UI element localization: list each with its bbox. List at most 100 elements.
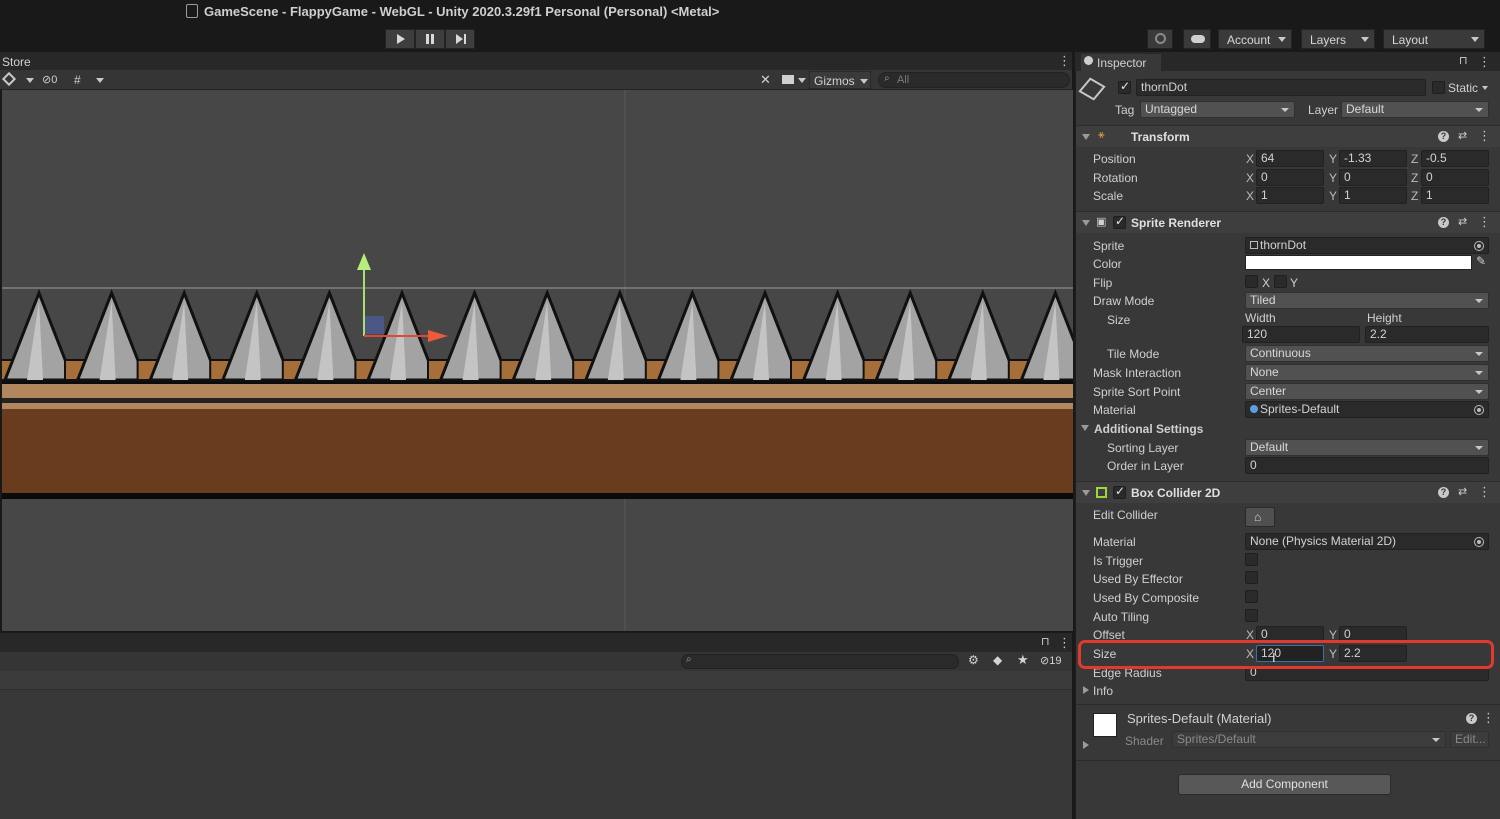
tab-inspector[interactable]: Inspector xyxy=(1081,54,1161,71)
project-browser[interactable] xyxy=(0,671,1072,819)
additional-settings-label[interactable]: Additional Settings xyxy=(1094,422,1203,436)
color-swatch[interactable] xyxy=(1245,255,1472,270)
flip-x-checkbox[interactable] xyxy=(1245,275,1258,288)
material-value: Sprites-Default xyxy=(1260,402,1340,416)
object-picker-icon[interactable] xyxy=(1474,405,1484,415)
sorting-layer-value: Default xyxy=(1250,440,1289,454)
order-in-layer-field[interactable]: 0 xyxy=(1245,457,1489,474)
flip-y-checkbox[interactable] xyxy=(1274,275,1287,288)
static-checkbox[interactable] xyxy=(1432,81,1445,94)
panel-menu-icon[interactable] xyxy=(1058,53,1071,69)
material-label: Material xyxy=(1093,403,1136,417)
eyedropper-icon[interactable]: ✎ xyxy=(1476,254,1486,268)
layer-dropdown[interactable]: Default xyxy=(1341,101,1489,118)
foldout-collapsed-icon[interactable] xyxy=(1083,686,1089,694)
rotation-x-field[interactable]: 0 xyxy=(1256,169,1324,186)
box-collider-enabled-checkbox[interactable] xyxy=(1113,484,1126,499)
help-icon[interactable]: ? xyxy=(1466,713,1477,724)
presets-icon[interactable]: ⇄ xyxy=(1458,485,1467,498)
is-trigger-checkbox[interactable] xyxy=(1245,553,1258,566)
presets-icon[interactable]: ⇄ xyxy=(1458,215,1467,228)
lock-icon[interactable]: ⊓ xyxy=(1041,635,1050,648)
auto-tiling-checkbox[interactable] xyxy=(1245,609,1258,622)
sprite-renderer-enabled-checkbox[interactable] xyxy=(1113,214,1126,229)
pause-button[interactable] xyxy=(415,29,445,49)
account-dropdown[interactable]: Account xyxy=(1218,29,1292,49)
project-search-input[interactable]: ⌕ xyxy=(681,654,959,669)
edit-collider-button[interactable]: ⌂ xyxy=(1245,507,1275,527)
flip-y-label: Y xyxy=(1290,276,1299,290)
lock-icon[interactable]: ⊓ xyxy=(1459,54,1468,67)
tile-mode-dropdown[interactable]: Continuous xyxy=(1245,345,1489,362)
component-menu-icon[interactable] xyxy=(1478,128,1491,144)
star-icon[interactable]: ★ xyxy=(1017,652,1029,668)
mask-interaction-dropdown[interactable]: None xyxy=(1245,364,1489,381)
transform-header[interactable]: ⚹ Transform ? ⇄ xyxy=(1076,125,1500,147)
help-icon[interactable]: ? xyxy=(1438,131,1449,142)
chevron-down-icon[interactable] xyxy=(1482,86,1488,90)
foldout-collapsed-icon[interactable] xyxy=(1083,741,1089,749)
sprite-renderer-header[interactable]: ▣ Sprite Renderer ? ⇄ xyxy=(1076,211,1500,233)
hidden-packages-toggle[interactable]: ⊘19 xyxy=(1040,654,1061,667)
object-picker-icon[interactable] xyxy=(1474,537,1484,547)
scene-view[interactable] xyxy=(2,90,1073,631)
presets-icon[interactable]: ⇄ xyxy=(1458,129,1467,142)
active-checkbox[interactable] xyxy=(1118,79,1131,94)
step-bar xyxy=(464,34,466,44)
rotation-z-field[interactable]: 0 xyxy=(1421,169,1489,186)
layout-dropdown[interactable]: Layout xyxy=(1383,29,1485,49)
position-x-field[interactable]: 64 xyxy=(1256,150,1324,167)
step-button[interactable] xyxy=(445,29,475,49)
shader-dropdown[interactable]: Sprites/Default xyxy=(1172,731,1446,748)
panel-menu-icon[interactable] xyxy=(1058,635,1071,651)
rotation-y-field[interactable]: 0 xyxy=(1339,169,1407,186)
info-label[interactable]: Info xyxy=(1093,684,1113,698)
gizmos-dropdown[interactable]: Gizmos xyxy=(809,71,871,89)
tag-icon[interactable]: ◆ xyxy=(993,653,1002,667)
scale-y-field[interactable]: 1 xyxy=(1339,187,1407,204)
chevron-down-icon[interactable] xyxy=(798,78,806,83)
auto-tiling-label: Auto Tiling xyxy=(1093,610,1150,624)
layers-dropdown[interactable]: Layers xyxy=(1301,29,1375,49)
help-icon[interactable]: ? xyxy=(1438,487,1449,498)
help-icon[interactable]: ? xyxy=(1438,217,1449,228)
position-z-field[interactable]: -0.5 xyxy=(1421,150,1489,167)
cloud-button[interactable] xyxy=(1183,29,1211,49)
grid-icon[interactable]: # xyxy=(74,73,81,87)
object-picker-icon[interactable] xyxy=(1474,241,1484,251)
position-y-field[interactable]: -1.33 xyxy=(1339,150,1407,167)
collab-button[interactable] xyxy=(1147,29,1173,49)
sprite-width-field[interactable]: 120 xyxy=(1242,326,1360,343)
foldout-icon[interactable] xyxy=(1081,425,1089,431)
sprite-field[interactable]: thornDot xyxy=(1245,237,1489,254)
sorting-layer-dropdown[interactable]: Default xyxy=(1245,439,1489,456)
visibility-toggle[interactable]: ⊘0 xyxy=(42,73,57,86)
scene-search-input[interactable]: ⌕ All xyxy=(878,72,1070,88)
sort-point-dropdown[interactable]: Center xyxy=(1245,383,1489,400)
draw-mode-icon[interactable] xyxy=(1,71,17,87)
material-field[interactable]: Sprites-Default xyxy=(1245,401,1489,418)
shader-edit-button[interactable]: Edit... xyxy=(1450,731,1489,748)
physics-material-field[interactable]: None (Physics Material 2D) xyxy=(1245,533,1489,550)
used-by-composite-checkbox[interactable] xyxy=(1245,590,1258,603)
component-menu-icon[interactable] xyxy=(1478,214,1491,230)
component-menu-icon[interactable] xyxy=(1478,484,1491,500)
chevron-down-icon[interactable] xyxy=(26,78,34,83)
tab-store[interactable]: Store xyxy=(2,55,31,69)
scale-x-field[interactable]: 1 xyxy=(1256,187,1324,204)
sprite-height-field[interactable]: 2.2 xyxy=(1365,326,1489,343)
tools-icon[interactable]: ✕ xyxy=(760,72,771,88)
scale-z-field[interactable]: 1 xyxy=(1421,187,1489,204)
camera-icon[interactable] xyxy=(782,75,794,84)
object-name-field[interactable]: thornDot xyxy=(1136,79,1426,96)
play-button[interactable] xyxy=(385,29,415,49)
draw-mode-dropdown[interactable]: Tiled xyxy=(1245,292,1489,309)
panel-menu-icon[interactable] xyxy=(1478,54,1491,70)
box-collider-header[interactable]: Box Collider 2D ? ⇄ xyxy=(1076,481,1500,503)
material-menu-icon[interactable] xyxy=(1482,710,1495,726)
tag-dropdown[interactable]: Untagged xyxy=(1140,101,1295,118)
used-by-effector-checkbox[interactable] xyxy=(1245,571,1258,584)
add-component-button[interactable]: Add Component xyxy=(1178,774,1391,795)
filter-type-icon[interactable]: ⚙ xyxy=(968,653,979,667)
chevron-down-icon[interactable] xyxy=(96,78,104,83)
